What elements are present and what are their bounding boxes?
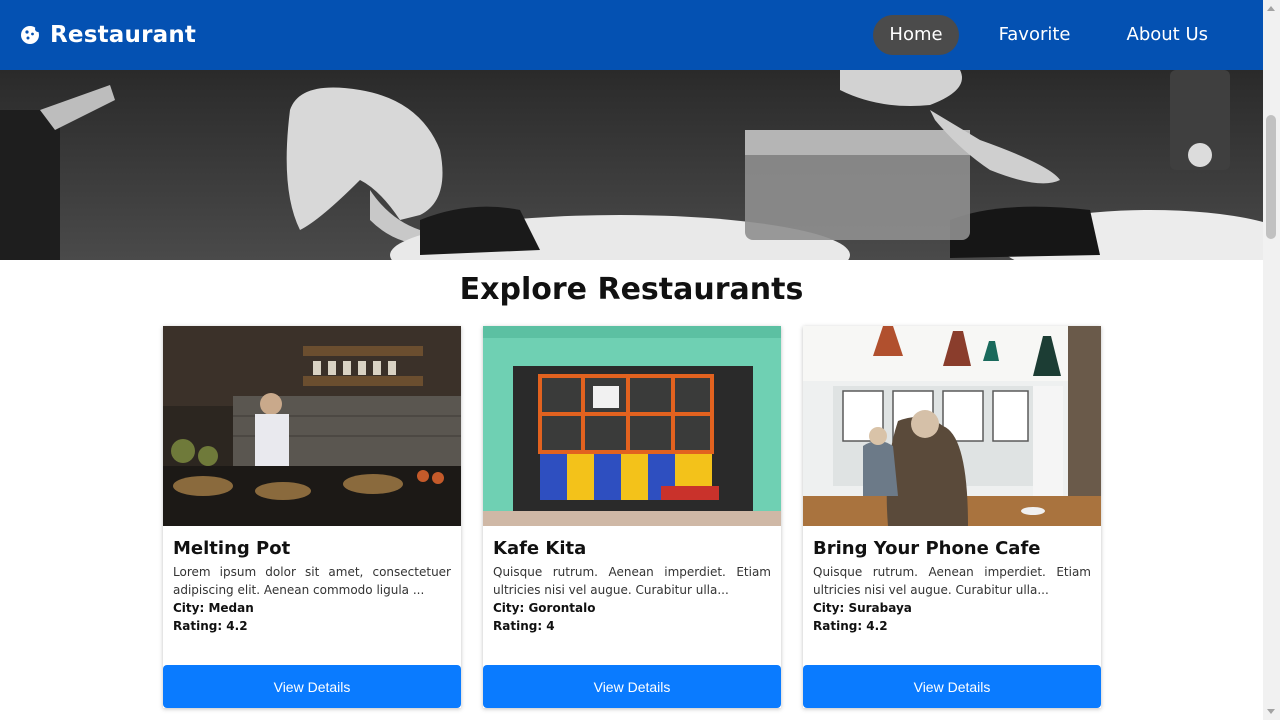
restaurant-city: City: Surabaya bbox=[813, 601, 912, 615]
nav-about-us[interactable]: About Us bbox=[1111, 15, 1225, 55]
page-scrollbar[interactable] bbox=[1263, 0, 1280, 720]
restaurant-card: Kafe Kita Quisque rutrum. Aenean imperdi… bbox=[483, 326, 781, 708]
scroll-down-icon[interactable] bbox=[1267, 709, 1275, 714]
page-title: Explore Restaurants bbox=[459, 272, 804, 307]
restaurant-description: Lorem ipsum dolor sit amet, consectetuer… bbox=[173, 565, 451, 597]
main-nav: Home Favorite About Us bbox=[873, 15, 1224, 55]
view-details-button[interactable]: View Details bbox=[803, 665, 1101, 708]
restaurant-rating: Rating: 4 bbox=[493, 619, 555, 633]
restaurant-description: Quisque rutrum. Aenean imperdiet. Etiam … bbox=[493, 565, 771, 597]
cookie-icon bbox=[20, 25, 40, 45]
restaurant-card: Melting Pot Lorem ipsum dolor sit amet, … bbox=[163, 326, 461, 708]
restaurant-image bbox=[803, 326, 1101, 526]
restaurant-image bbox=[163, 326, 461, 526]
restaurant-rating: Rating: 4.2 bbox=[813, 619, 888, 633]
restaurant-city: City: Medan bbox=[173, 601, 254, 615]
restaurant-rating: Rating: 4.2 bbox=[173, 619, 248, 633]
nav-home[interactable]: Home bbox=[873, 15, 959, 55]
hero-image bbox=[0, 70, 1263, 260]
restaurant-list: Melting Pot Lorem ipsum dolor sit amet, … bbox=[163, 326, 1101, 708]
restaurant-card: Bring Your Phone Cafe Quisque rutrum. Ae… bbox=[803, 326, 1101, 708]
view-details-button[interactable]: View Details bbox=[163, 665, 461, 708]
restaurant-name: Melting Pot bbox=[173, 538, 291, 559]
restaurant-image bbox=[483, 326, 781, 526]
brand-name: Restaurant bbox=[50, 22, 197, 48]
restaurant-city: City: Gorontalo bbox=[493, 601, 596, 615]
nav-favorite[interactable]: Favorite bbox=[983, 15, 1087, 55]
restaurant-name: Kafe Kita bbox=[493, 538, 587, 559]
brand[interactable]: Restaurant bbox=[20, 22, 196, 48]
navbar: Restaurant Home Favorite About Us bbox=[0, 0, 1263, 70]
view-details-button[interactable]: View Details bbox=[483, 665, 781, 708]
restaurant-description: Quisque rutrum. Aenean imperdiet. Etiam … bbox=[813, 565, 1091, 597]
scroll-up-icon[interactable] bbox=[1267, 6, 1275, 11]
restaurant-name: Bring Your Phone Cafe bbox=[813, 538, 1041, 559]
scrollbar-thumb[interactable] bbox=[1266, 115, 1276, 239]
